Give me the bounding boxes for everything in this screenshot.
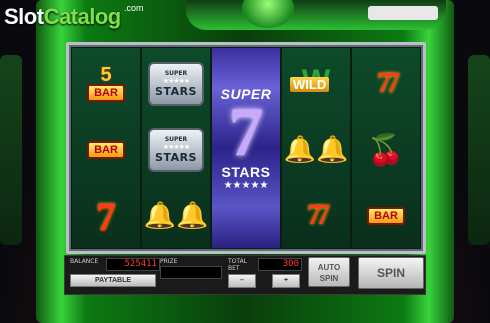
symbol-bells: 🔔🔔 — [282, 118, 350, 182]
stars-label: STARS — [221, 164, 271, 180]
super-small-label: SUPER — [164, 136, 188, 143]
super-seven-glyph: 7 — [228, 94, 264, 171]
symbol-double-seven: 77 — [282, 184, 350, 248]
reel-4: W WILD 🔔🔔 77 — [282, 48, 350, 248]
super-small-label: SUPER — [164, 70, 188, 77]
star-icons: ★★★★★ — [162, 77, 190, 85]
star-icons: ★★★★★ — [223, 180, 269, 191]
total-bet-label: TOTAL BET — [228, 258, 248, 272]
symbol-bar: BAR — [352, 184, 420, 248]
total-bet-display: 300 — [258, 258, 302, 271]
reel-1: 5 BAR BAR 7 — [72, 48, 140, 248]
symbol-super-7-stars-expanded: SUPER 7 STARS ★★★★★ — [212, 48, 280, 248]
symbol-bells: 🔔🔔 — [142, 184, 210, 248]
symbol-bar: BAR — [72, 118, 140, 182]
symbol-seven: 7 — [72, 184, 140, 248]
stars-label: STARS — [155, 85, 197, 98]
logo-accent-text: Catalog — [43, 4, 122, 29]
bar-label: BAR — [87, 141, 125, 159]
bar-label: BAR — [87, 84, 125, 102]
auto-spin-button[interactable]: AUTO SPIN — [308, 257, 350, 287]
symbol-super-stars: SUPER ★★★★★ STARS — [142, 52, 210, 116]
balance-label: BALANCE — [70, 258, 99, 265]
symbol-wild: W WILD — [282, 52, 350, 116]
balance-display: 525411 — [106, 258, 160, 271]
wild-label: WILD — [290, 77, 330, 92]
auto-spin-label-line2: SPIN — [319, 274, 339, 283]
symbol-triple-seven: 77 — [352, 52, 420, 116]
five-numeral: 5 — [100, 64, 112, 86]
reel-2: SUPER ★★★★★ STARS SUPER ★★★★★ STARS 🔔🔔 — [142, 48, 210, 248]
reel-5: 77 🍒 BAR — [352, 48, 420, 248]
paytable-button[interactable]: PAYTABLE — [70, 274, 156, 287]
spin-button[interactable]: SPIN — [358, 257, 424, 289]
star-icons: ★★★★★ — [162, 143, 190, 151]
logo-main-text: Slot — [4, 4, 44, 29]
cherries-icon: 🍒 — [367, 132, 405, 168]
bet-increase-button[interactable]: + — [272, 274, 300, 288]
bells-icon: 🔔🔔 — [143, 201, 209, 231]
symbol-cherries: 🍒 — [352, 118, 420, 182]
stars-label: STARS — [155, 151, 197, 164]
prize-label: PRIZE — [160, 258, 178, 265]
bet-decrease-button[interactable]: – — [228, 274, 256, 288]
bells-icon: 🔔🔔 — [283, 135, 349, 165]
symbol-super-stars: SUPER ★★★★★ STARS — [142, 118, 210, 182]
logo-suffix: .com — [124, 3, 144, 13]
prize-display — [160, 266, 222, 279]
double-seven-glyph: 77 — [307, 200, 330, 231]
slotcatalog-watermark: SlotCatalog — [4, 4, 121, 30]
seven-glyph: 77 — [377, 68, 400, 99]
reel-frame: 5 BAR BAR 7 SUPER ★★★★★ STARS SUPER ★★★★… — [66, 42, 426, 254]
auto-spin-label-line1: AUTO — [317, 263, 341, 272]
background-slot-machine-left — [0, 55, 22, 245]
seven-glyph: 7 — [96, 193, 116, 239]
topper-panel — [368, 6, 438, 20]
bar-label: BAR — [367, 207, 405, 225]
background-slot-machine-right — [468, 55, 490, 245]
symbol-5-bar: 5 BAR — [72, 52, 140, 116]
